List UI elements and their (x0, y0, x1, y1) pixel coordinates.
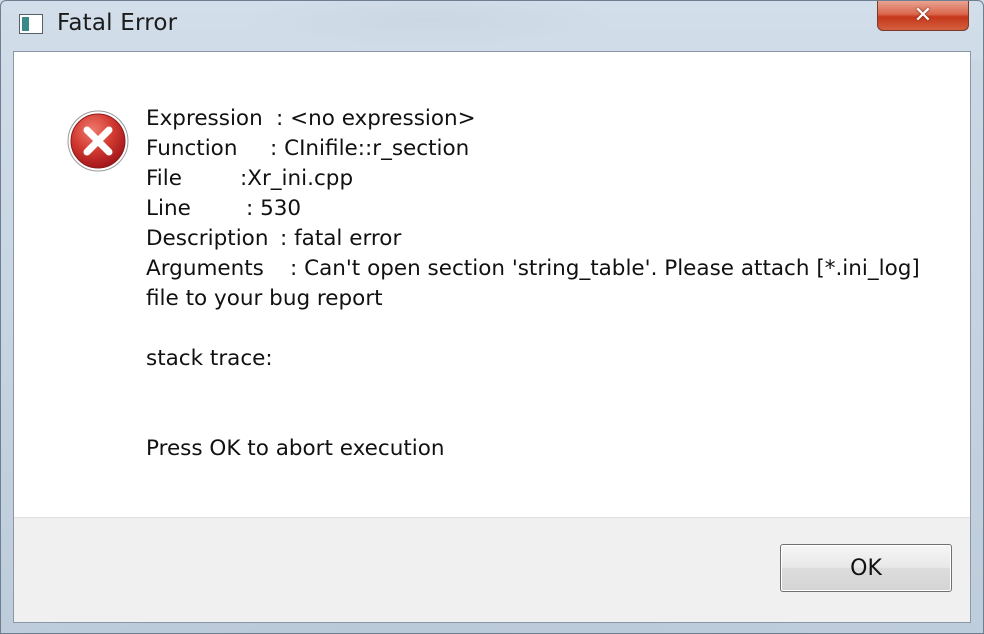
line-row: Line : 530 (146, 194, 956, 224)
description-row: Description : fatal error (146, 224, 956, 254)
line-value: : 530 (246, 196, 302, 221)
function-row: Function : CInifile::r_section (146, 134, 956, 164)
file-row: File :Xr_ini.cpp (146, 164, 956, 194)
stack-trace-label: stack trace: (146, 346, 273, 371)
arguments-label: Arguments (146, 256, 264, 281)
expression-value: : <no expression> (276, 106, 476, 131)
arguments-row: Arguments : Can't open section 'string_ta… (146, 254, 956, 284)
application-icon (19, 14, 43, 34)
function-value: : CInifile::r_section (270, 136, 470, 161)
window-title: Fatal Error (57, 10, 178, 36)
file-label: File (146, 166, 182, 191)
expression-label: Expression (146, 106, 263, 131)
close-icon: ✕ (913, 2, 933, 28)
error-icon (67, 110, 129, 172)
button-bar: OK (14, 517, 970, 622)
error-message: Expression : <no expression> Function : CI… (146, 104, 956, 464)
title-bar[interactable]: Fatal Error ✕ (1, 1, 983, 49)
arguments-value: : Can't open section 'string_table'. Ple… (290, 256, 920, 281)
description-value: : fatal error (280, 226, 402, 251)
description-label: Description (146, 226, 269, 251)
file-value: :Xr_ini.cpp (240, 166, 354, 191)
close-button[interactable]: ✕ (877, 1, 969, 31)
fatal-error-dialog: Fatal Error ✕ Expression : <no expression… (0, 0, 984, 634)
arguments-continuation: file to your bug report (146, 286, 383, 311)
press-ok-text: Press OK to abort execution (146, 436, 445, 461)
ok-button[interactable]: OK (780, 544, 952, 592)
dialog-body: Expression : <no expression> Function : CI… (13, 51, 971, 623)
function-label: Function (146, 136, 238, 161)
line-label: Line (146, 196, 191, 221)
expression-row: Expression : <no expression> (146, 104, 956, 134)
